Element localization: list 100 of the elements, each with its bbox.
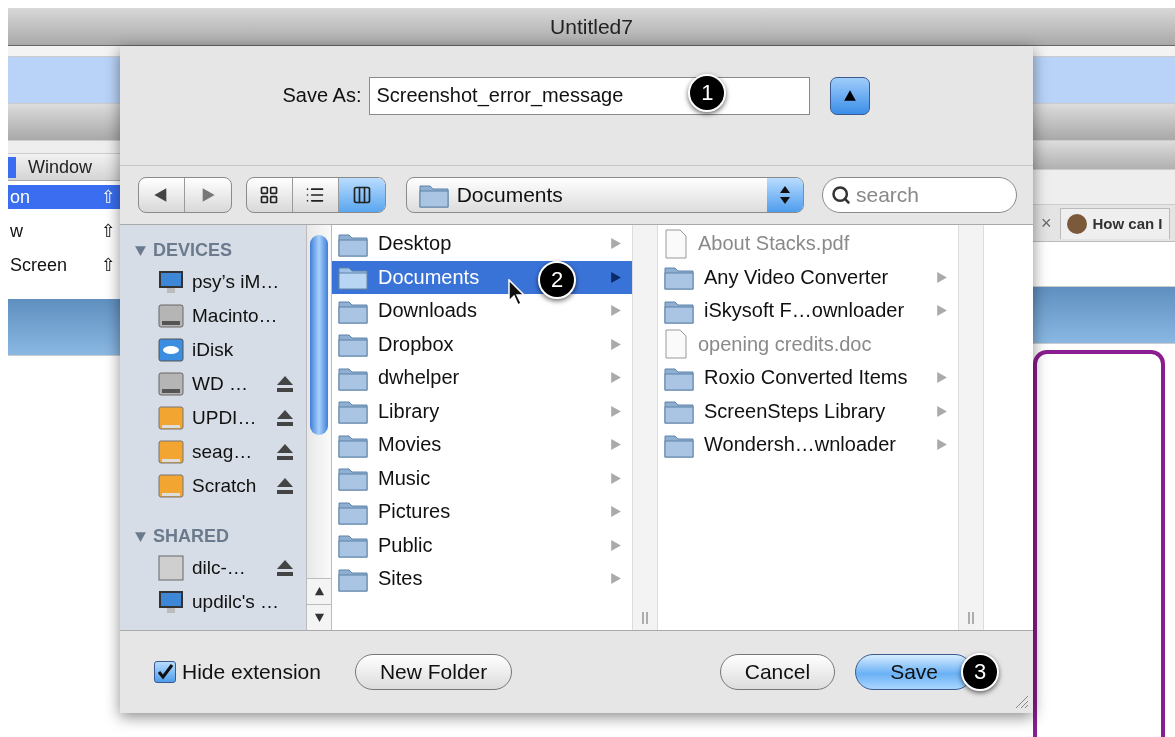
new-folder-button[interactable]: New Folder — [354, 654, 513, 690]
folder-icon — [338, 532, 368, 559]
sidebar-item[interactable]: psy’s iM… — [120, 265, 306, 299]
folder-row[interactable]: Roxio Converted Items — [658, 361, 958, 395]
sidebar-item[interactable]: Macinto… — [120, 299, 306, 333]
chevron-icon — [609, 371, 622, 385]
up-down-arrows-icon — [779, 185, 791, 205]
checkmark-icon — [156, 663, 174, 681]
sidebar-item[interactable]: iDisk — [120, 333, 306, 367]
folder-icon — [664, 264, 694, 291]
chevron-icon — [609, 237, 622, 251]
sidebar-item[interactable]: updilc's … — [120, 585, 306, 619]
chevron-icon — [609, 270, 622, 284]
hard-drive-icon — [158, 371, 184, 397]
monitor-icon — [158, 270, 184, 294]
folder-icon — [664, 398, 694, 425]
menu-item[interactable]: on ⇧ — [8, 185, 120, 209]
folder-row[interactable]: Sites — [332, 562, 632, 596]
icon-view-icon — [259, 185, 280, 205]
down-arrow-icon — [313, 612, 325, 623]
chevron-icon — [935, 438, 948, 452]
eject-icon[interactable] — [276, 477, 294, 495]
window-title: Untitled7 — [8, 8, 1175, 46]
folder-row[interactable]: Any Video Converter — [658, 260, 958, 294]
chevron-icon — [935, 270, 948, 284]
menu-item-label: on — [10, 186, 31, 208]
step-callout: 1 — [688, 73, 727, 112]
scroll-thumb[interactable] — [310, 235, 328, 435]
menu-item[interactable]: Screen ⇧ — [8, 253, 120, 277]
collapse-button[interactable] — [830, 76, 871, 115]
eject-icon[interactable] — [276, 443, 294, 461]
sidebar-item[interactable]: WD … — [120, 367, 306, 401]
folder-row[interactable]: Desktop — [332, 227, 632, 261]
folder-row[interactable]: Wondersh…wnloader — [658, 428, 958, 462]
file-name-field[interactable]: Screenshot_error_message 1 — [369, 76, 811, 115]
monitor-icon — [158, 590, 184, 614]
tab-close-button[interactable]: × — [1041, 212, 1052, 234]
eject-icon[interactable] — [276, 559, 294, 577]
chevron-icon — [609, 538, 622, 552]
folder-row[interactable]: Movies — [332, 428, 632, 462]
chevron-icon — [609, 572, 622, 586]
folder-row[interactable]: Pictures — [332, 495, 632, 529]
search-field[interactable]: search — [822, 177, 1017, 213]
document-icon — [664, 228, 688, 259]
column-view-icon — [351, 185, 372, 205]
save-as-label: Save As: — [282, 84, 362, 107]
shortcut-label: ⇧ — [100, 186, 116, 208]
folder-icon — [338, 331, 368, 358]
hide-extension-checkbox[interactable]: Hide extension — [154, 660, 321, 684]
sidebar-item[interactable]: Scratch — [120, 469, 306, 503]
menu-item[interactable]: w ⇧ — [8, 219, 120, 243]
cancel-button[interactable]: Cancel — [719, 654, 836, 690]
hard-drive-icon — [158, 303, 184, 329]
resize-grip-icon[interactable] — [1013, 693, 1029, 709]
avatar-icon — [1066, 213, 1087, 234]
folder-row[interactable]: Dropbox — [332, 327, 632, 361]
chevron-icon — [609, 404, 622, 418]
chevron-icon — [609, 337, 622, 351]
folder-icon — [338, 398, 368, 425]
eject-icon[interactable] — [276, 375, 294, 393]
browser-tab[interactable]: How can I — [1059, 207, 1170, 239]
chevron-icon — [935, 404, 948, 418]
menu-title[interactable]: Window — [8, 156, 101, 178]
scroll-up-button[interactable] — [307, 578, 331, 604]
view-mode-button[interactable] — [338, 178, 385, 212]
folder-row[interactable]: iSkysoft F…ownloader — [658, 294, 958, 328]
server-icon — [158, 555, 184, 581]
grip-icon — [967, 612, 975, 624]
menu-item-label: w — [10, 220, 23, 242]
chevron-icon — [609, 438, 622, 452]
chevron-icon — [935, 371, 948, 385]
usb-drive-icon — [158, 473, 184, 499]
folder-icon — [338, 264, 368, 291]
scroll-bar[interactable] — [306, 225, 332, 630]
chevron-icon — [609, 471, 622, 485]
chevron-icon — [935, 304, 948, 318]
usb-drive-icon — [158, 405, 184, 431]
folder-row[interactable]: Music — [332, 461, 632, 495]
file-row[interactable]: opening credits.doc — [658, 327, 958, 361]
disclosure-icon — [134, 243, 147, 257]
scroll-down-button[interactable] — [307, 604, 331, 630]
menu-item-label: Screen — [10, 254, 68, 276]
shortcut-label: ⇧ — [100, 220, 116, 242]
chevron-icon — [609, 304, 622, 318]
folder-row[interactable]: dwhelper — [332, 361, 632, 395]
location-popup[interactable]: Documents — [405, 177, 804, 213]
checkbox[interactable] — [154, 661, 176, 683]
shortcut-label: ⇧ — [100, 254, 116, 276]
document-icon — [664, 329, 688, 360]
folder-row[interactable]: ScreenSteps Library — [658, 394, 958, 428]
folder-row[interactable]: Library — [332, 394, 632, 428]
sidebar-item[interactable]: seag… — [120, 435, 306, 469]
eject-icon[interactable] — [276, 409, 294, 427]
step-callout: 2 — [538, 260, 576, 299]
sidebar-item[interactable]: UPDI… — [120, 401, 306, 435]
usb-drive-icon — [158, 439, 184, 465]
triangle-icon — [843, 88, 858, 103]
folder-row[interactable]: Public — [332, 528, 632, 562]
step-callout: 3 — [961, 653, 999, 691]
sidebar-item[interactable]: dilc-… — [120, 551, 306, 585]
